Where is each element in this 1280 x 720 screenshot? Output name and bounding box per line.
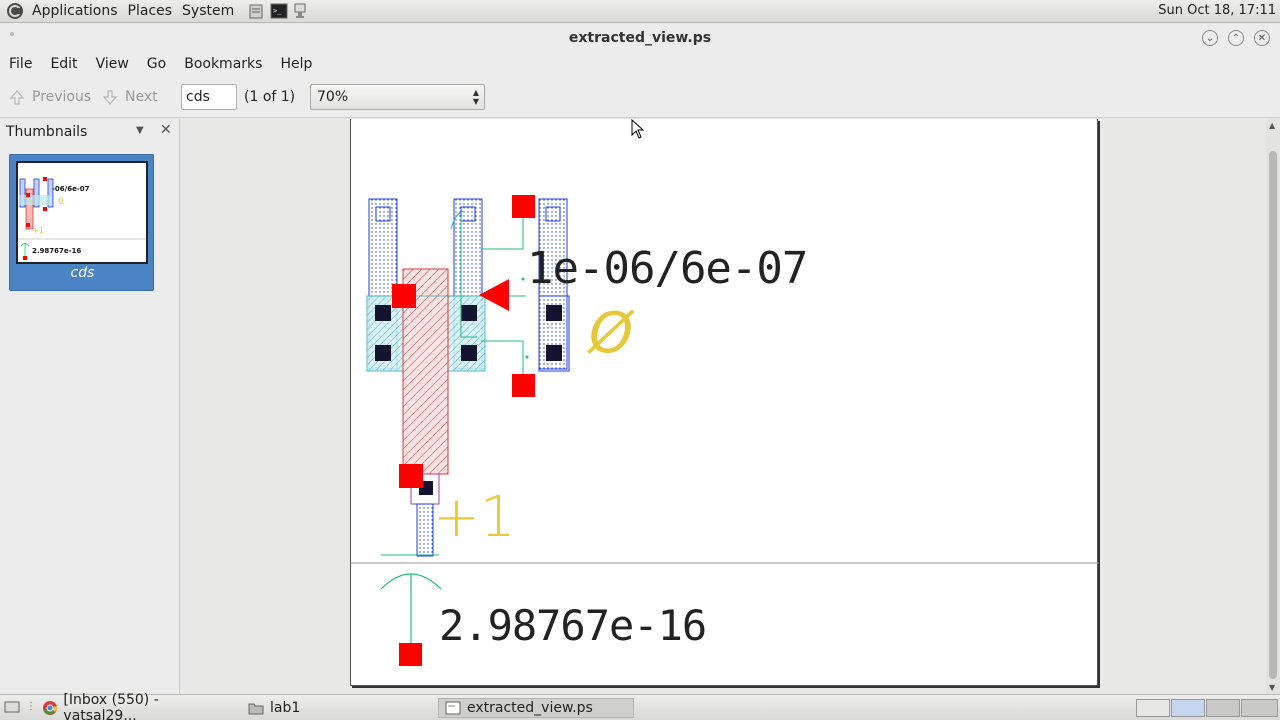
metal-stub-bottom: [416, 503, 434, 557]
label-zero: Ø: [589, 301, 634, 366]
scroll-up-icon[interactable]: ▲: [1269, 121, 1275, 130]
scroll-down-icon[interactable]: ▼: [1269, 683, 1275, 692]
sidebar-header: Thumbnails ▼ ✕: [0, 119, 179, 145]
menubar: File Edit View Go Bookmarks Help: [0, 52, 1280, 76]
workspace-1[interactable]: [1136, 699, 1170, 717]
document-page: 1e-06/6e-07 Ø +1 2.98767e-16: [350, 119, 1099, 686]
zoom-value: 70%: [317, 89, 349, 105]
chrome-icon: [43, 701, 58, 715]
thumb-label-zero: 0: [58, 197, 64, 207]
taskbar-item-label: [Inbox (550) - vatsal29...: [63, 692, 159, 720]
wire: [481, 217, 524, 250]
pin: [399, 643, 422, 666]
taskbar-item-lab1[interactable]: lab1: [242, 698, 432, 718]
document-view[interactable]: 1e-06/6e-07 Ø +1 2.98767e-16: [181, 119, 1266, 694]
menu-view[interactable]: View: [87, 56, 138, 72]
pin: [512, 195, 535, 218]
network-icon[interactable]: [292, 3, 308, 19]
system-menu[interactable]: System: [178, 3, 238, 19]
top-panel: Applications Places System >_ Sun Oct 18…: [0, 0, 1280, 23]
bottom-panel: ⋮ [Inbox (550) - vatsal29... lab1 extrac…: [0, 692, 1280, 720]
maximize-button[interactable]: ⌃: [1228, 30, 1244, 46]
sidebar-title[interactable]: Thumbnails: [6, 124, 87, 140]
label-size: 1e-06/6e-07: [527, 243, 808, 294]
sidebar-close-icon[interactable]: ✕: [160, 122, 172, 138]
arrow-up-icon: [9, 90, 25, 105]
places-menu[interactable]: Places: [124, 3, 177, 19]
taskbar-item-extracted-view[interactable]: extracted_view.ps: [438, 698, 634, 718]
vertical-scrollbar[interactable]: ▲ ▼: [1266, 119, 1280, 694]
next-button[interactable]: Next: [101, 88, 158, 106]
clock[interactable]: Sun Oct 18, 17:11: [1158, 3, 1276, 18]
taskbar-item-inbox[interactable]: [Inbox (550) - vatsal29...: [36, 692, 236, 720]
contact: [461, 305, 477, 321]
label-plus-one: +1: [433, 485, 516, 550]
window-title: extracted_view.ps: [568, 30, 712, 46]
scrollbar-thumb[interactable]: [1269, 151, 1277, 679]
thumbnail-label: cds: [70, 265, 95, 281]
file-manager-icon[interactable]: [248, 3, 264, 19]
menu-go[interactable]: Go: [138, 56, 175, 72]
folder-icon: [248, 703, 264, 715]
thumb-label-plus-one: +1: [32, 226, 44, 235]
workspace-2[interactable]: [1171, 699, 1205, 717]
pin: [392, 284, 416, 308]
pin: [512, 374, 535, 397]
workspace-4[interactable]: [1241, 699, 1278, 717]
mouse-cursor-icon: [631, 118, 645, 143]
previous-button[interactable]: Previous: [8, 88, 91, 106]
document-viewer-icon: [445, 701, 461, 715]
previous-label: Previous: [32, 89, 92, 105]
sidebar-dropdown-icon[interactable]: ▼: [136, 125, 144, 136]
panel-launchers: >_: [248, 3, 308, 19]
contact: [546, 345, 562, 361]
contact: [461, 345, 477, 361]
taskbar-item-label: lab1: [270, 700, 301, 716]
thumb-label-size: -06/6e-07: [52, 185, 90, 193]
close-button[interactable]: ✕: [1254, 30, 1270, 46]
workspace-3[interactable]: [1206, 699, 1240, 717]
terminal-icon[interactable]: >_: [270, 3, 288, 19]
page-count: (1 of 1): [244, 89, 296, 105]
menu-file[interactable]: File: [0, 56, 41, 72]
thumb-label-cap: 2.98767e-16: [32, 247, 82, 255]
next-label: Next: [125, 89, 158, 105]
sidebar: Thumbnails ▼ ✕ -06/6e-07 0 +1 2.98767e-1…: [0, 119, 180, 694]
svg-text:>_: >_: [273, 7, 282, 15]
applications-menu[interactable]: Applications: [28, 3, 122, 19]
window-titlebar[interactable]: extracted_view.ps ⌄ ⌃ ✕: [0, 24, 1280, 52]
contact: [375, 345, 391, 361]
page-input[interactable]: [181, 84, 237, 110]
taskbar-item-label: extracted_view.ps: [467, 700, 593, 716]
page-thumbnail[interactable]: -06/6e-07 0 +1 2.98767e-16 cds: [9, 154, 154, 291]
menu-help[interactable]: Help: [271, 56, 321, 72]
thumbnail-image: -06/6e-07 0 +1 2.98767e-16: [16, 161, 148, 264]
menu-edit[interactable]: Edit: [41, 56, 86, 72]
drag-handle-icon[interactable]: ⋮: [26, 701, 36, 712]
gnome-foot-icon[interactable]: [4, 0, 26, 22]
zoom-select[interactable]: 70% ▲ ▼: [310, 84, 485, 110]
toolbar: Previous Next (1 of 1) 70% ▲▼: [0, 76, 1280, 118]
label-capacitance: 2.98767e-16: [439, 601, 707, 650]
pin: [399, 464, 423, 488]
show-desktop-icon[interactable]: [4, 700, 20, 718]
menu-bookmarks[interactable]: Bookmarks: [175, 56, 271, 72]
spin-arrows-icon: ▲ ▼: [472, 88, 479, 106]
window-menu-dot-icon[interactable]: [10, 32, 14, 36]
contact: [375, 305, 391, 321]
arrow-down-icon: [102, 90, 118, 105]
contact: [546, 305, 562, 321]
minimize-button[interactable]: ⌄: [1202, 30, 1218, 46]
